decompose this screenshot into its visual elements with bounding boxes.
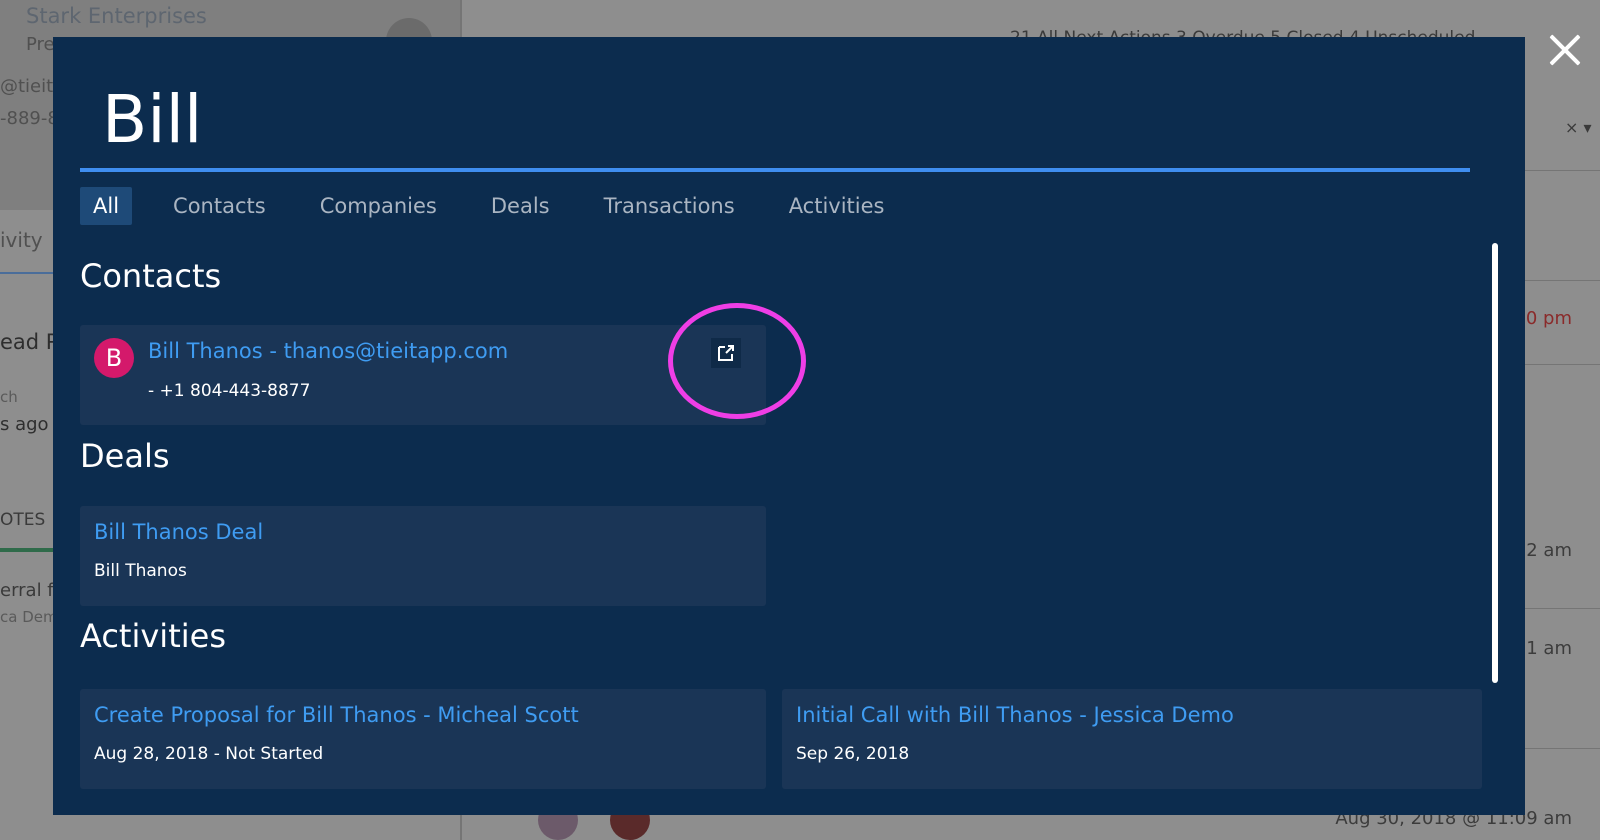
activity-link[interactable]: Initial Call with Bill Thanos - Jessica … (796, 703, 1234, 727)
activity-tab-underline (0, 272, 53, 274)
tab-deals[interactable]: Deals (478, 187, 563, 225)
tab-activities[interactable]: Activities (776, 187, 898, 225)
activities-section-title: Activities (80, 617, 226, 655)
tab-contacts[interactable]: Contacts (160, 187, 279, 225)
external-link-icon (718, 345, 734, 361)
divider (1525, 280, 1600, 281)
contact-link[interactable]: Bill Thanos - thanos@tieitapp.com (148, 339, 508, 363)
avatar: B (94, 338, 134, 378)
ago-fragment: s ago (0, 414, 49, 435)
search-modal: All Contacts Companies Deals Transaction… (53, 37, 1525, 815)
ch-fragment: ch (0, 388, 18, 406)
contacts-section-title: Contacts (80, 257, 222, 295)
filter-tabs: All Contacts Companies Deals Transaction… (80, 187, 926, 225)
open-external-button[interactable] (711, 338, 741, 368)
close-icon[interactable] (1545, 30, 1585, 70)
search-underline (80, 168, 1470, 172)
clear-filter-icon: × ▾ (1565, 118, 1592, 137)
divider (1525, 748, 1600, 749)
deal-result-card[interactable]: Bill Thanos Deal Bill Thanos (80, 506, 766, 606)
company-name: Stark Enterprises (26, 4, 207, 28)
notes-fragment: OTES (0, 510, 46, 530)
activity-meta: Sep 26, 2018 (796, 744, 910, 764)
activity-result-card[interactable]: Create Proposal for Bill Thanos - Michea… (80, 689, 766, 789)
phone-fragment: -889-8 (0, 108, 59, 129)
divider (1525, 364, 1600, 365)
divider (1525, 170, 1600, 171)
company-subtitle: Pre (26, 34, 55, 55)
demo-fragment: ca Dem (0, 608, 58, 626)
results-scrollbar[interactable] (1492, 243, 1498, 683)
activity-tab-fragment: ivity (0, 228, 43, 252)
activity-link[interactable]: Create Proposal for Bill Thanos - Michea… (94, 703, 579, 727)
tab-all[interactable]: All (80, 187, 133, 225)
referral-fragment: erral fr (0, 580, 62, 601)
deals-section-title: Deals (80, 437, 170, 475)
tab-transactions[interactable]: Transactions (591, 187, 748, 225)
activity-result-card[interactable]: Initial Call with Bill Thanos - Jessica … (782, 689, 1482, 789)
contact-phone: - +1 804-443-8877 (148, 381, 311, 401)
contact-result-card[interactable]: B Bill Thanos - thanos@tieitapp.com - +1… (80, 325, 766, 425)
divider (1525, 608, 1600, 609)
deal-contact: Bill Thanos (94, 561, 187, 581)
search-input[interactable] (80, 71, 1492, 167)
activity-meta: Aug 28, 2018 - Not Started (94, 744, 324, 764)
tab-companies[interactable]: Companies (307, 187, 450, 225)
notes-underline (0, 548, 53, 552)
deal-link[interactable]: Bill Thanos Deal (94, 520, 263, 544)
